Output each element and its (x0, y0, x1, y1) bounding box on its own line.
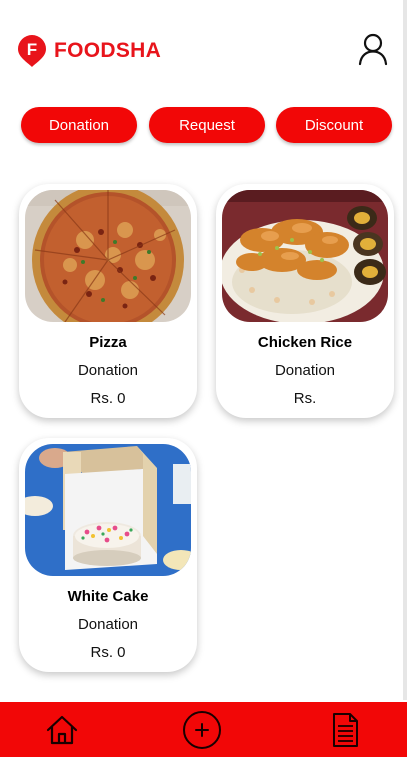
app-header: F FOODSHA (16, 30, 389, 70)
food-type: Donation (274, 362, 336, 379)
food-title: Chicken Rice (257, 334, 353, 351)
profile-button[interactable] (357, 32, 389, 66)
app-name: FOODSHA (54, 39, 162, 62)
food-type: Donation (77, 616, 139, 633)
nav-document-button[interactable] (325, 710, 365, 750)
bottom-navigation (0, 702, 407, 757)
food-title: White Cake (67, 588, 149, 605)
food-title: Pizza (89, 334, 127, 351)
nav-home-button[interactable] (42, 710, 82, 750)
food-card-chicken-rice[interactable]: Chicken Rice Donation Rs. (216, 184, 394, 418)
foodsha-logo-icon: F (18, 35, 46, 67)
home-icon (46, 715, 78, 745)
tab-request[interactable]: Request (149, 107, 265, 143)
food-price: Rs. 0 (90, 644, 126, 661)
food-card-pizza[interactable]: Pizza Donation Rs. 0 (19, 184, 197, 418)
food-image-pizza (25, 190, 191, 322)
food-image-chicken-rice (222, 190, 388, 322)
scroll-edge (403, 0, 407, 700)
app-logo: F FOODSHA (16, 34, 161, 68)
nav-add-button[interactable] (182, 710, 222, 750)
user-icon (358, 33, 388, 66)
tab-donation[interactable]: Donation (21, 107, 137, 143)
logo-letter: F (27, 40, 37, 59)
add-circle-icon (183, 711, 221, 749)
document-icon (333, 713, 358, 747)
food-image-white-cake (25, 444, 191, 576)
food-type: Donation (77, 362, 139, 379)
food-card-white-cake[interactable]: White Cake Donation Rs. 0 (19, 438, 197, 672)
category-tabs: Donation Request Discount (21, 107, 393, 143)
food-price: Rs. (293, 390, 317, 407)
tab-discount[interactable]: Discount (276, 107, 392, 143)
food-price: Rs. 0 (90, 390, 126, 407)
